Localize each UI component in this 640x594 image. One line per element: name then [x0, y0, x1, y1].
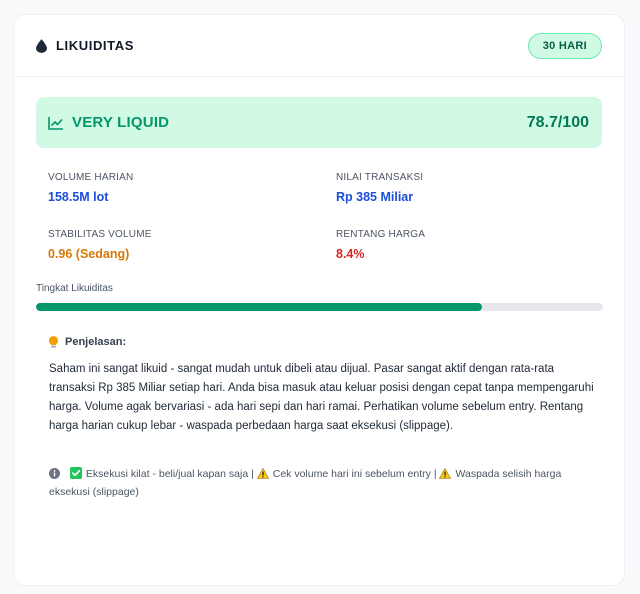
period-badge[interactable]: 30 HARI: [527, 32, 602, 59]
card-header: LIKUIDITAS 30 HARI: [14, 15, 624, 77]
warning-icon: [256, 468, 269, 479]
status-label: VERY LIQUID: [72, 114, 170, 131]
footer-tip-text: Eksekusi kilat - beli/jual kapan saja |: [85, 468, 254, 480]
metric-value: Rp 385 Miliar: [336, 190, 414, 204]
metric-value: 158.5M lot: [48, 190, 109, 204]
trending-up-icon: [48, 116, 63, 130]
metric-label: RENTANG HARGA: [336, 229, 426, 240]
metric-daily-volume: VOLUME HARIAN 158.5M lot: [48, 172, 336, 204]
info-icon: [49, 468, 60, 479]
metrics-grid: VOLUME HARIAN 158.5M lot NILAI TRANSAKSI…: [36, 148, 602, 261]
metric-transaction-value: NILAI TRANSAKSI Rp 385 Miliar: [336, 172, 616, 204]
metric-label: VOLUME HARIAN: [48, 172, 134, 183]
liquidity-score: 78.7/100: [526, 113, 589, 131]
explanation-title: Penjelasan:: [65, 336, 127, 348]
liquidity-progress-bar: [36, 303, 603, 311]
footer-tips: Eksekusi kilat - beli/jual kapan saja | …: [49, 465, 594, 501]
liquidity-card: LIKUIDITAS 30 HARI VERY LIQUID 78.7/100 …: [13, 14, 625, 586]
liquidity-status-banner: VERY LIQUID 78.7/100: [36, 97, 602, 148]
metric-label: STABILITAS VOLUME: [48, 229, 152, 240]
footer-tip-text: Cek volume hari ini sebelum entry |: [272, 468, 437, 480]
metric-value: 0.96 (Sedang): [48, 247, 130, 261]
metric-price-range: RENTANG HARGA 8.4%: [336, 229, 616, 261]
metric-volume-stability: STABILITAS VOLUME 0.96 (Sedang): [48, 229, 336, 261]
metric-label: NILAI TRANSAKSI: [336, 172, 424, 183]
water-drop-icon: [36, 38, 47, 53]
explanation-section: Penjelasan: Saham ini sangat likuid - sa…: [36, 311, 602, 501]
card-title: LIKUIDITAS: [56, 38, 134, 53]
lightbulb-icon: [49, 336, 58, 348]
title-group: LIKUIDITAS: [36, 38, 134, 53]
warning-icon: [439, 468, 452, 479]
progress-label: Tingkat Likuiditas: [36, 283, 113, 294]
check-mark-icon: [69, 467, 82, 479]
metric-value: 8.4%: [336, 247, 365, 261]
liquidity-progress-fill: [36, 303, 483, 311]
explanation-text: Saham ini sangat likuid - sangat mudah u…: [49, 363, 594, 432]
